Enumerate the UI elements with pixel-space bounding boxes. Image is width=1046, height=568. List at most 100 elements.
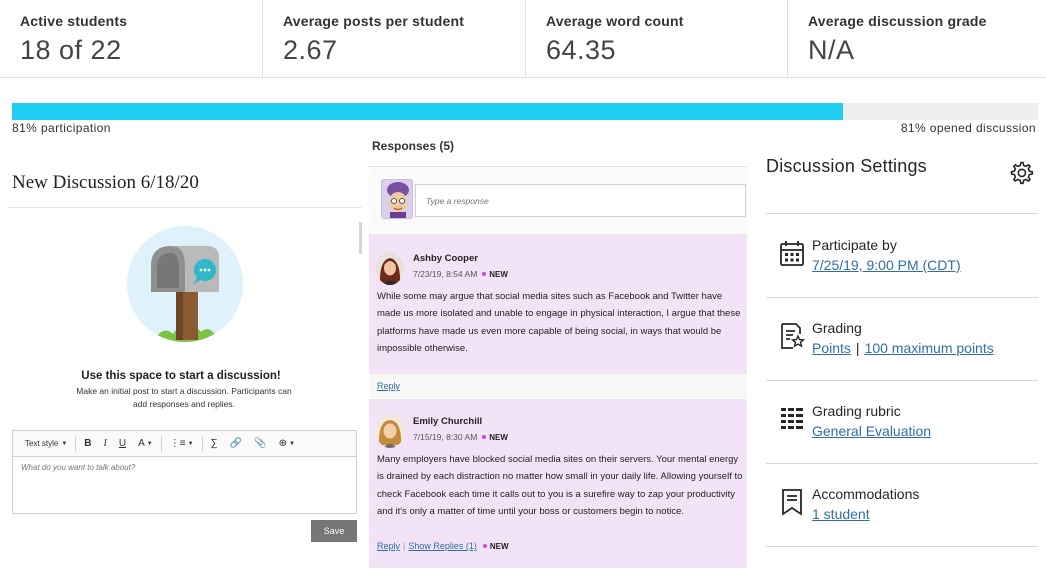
save-button[interactable]: Save [311,520,357,542]
max-points-link[interactable]: 100 maximum points [865,340,994,356]
rubric-link[interactable]: General Evaluation [812,423,931,439]
stat-label: Active students [20,13,128,29]
accommodations-icon [779,488,805,516]
editor-toolbar: Text style ▼ B I U A ▼ ⋮≡ ▼ ∑ 🔗 📎 ⊕ ▼ [12,430,357,456]
insert-icon[interactable]: ⊕ ▼ [273,435,301,453]
setting-value: Points | 100 maximum points [812,340,994,356]
setting-label: Participate by [812,237,897,253]
rubric-icon [779,405,805,433]
formula-icon[interactable]: ∑ [205,435,224,453]
post-author[interactable]: Emily Churchill [413,416,482,427]
post-actions: Reply [377,381,400,391]
discussion-title: New Discussion 6/18/20 [12,172,199,193]
discussion-editor[interactable] [12,456,357,514]
post-actions-bar: Reply [369,374,747,398]
due-date-link[interactable]: 7/25/19, 9:00 PM (CDT) [812,257,961,273]
mailbox-illustration [127,226,243,342]
setting-value: General Evaluation [812,423,931,439]
stat-label: Average word count [546,13,684,29]
divider: | [855,340,860,356]
chevron-down-icon: ▼ [61,440,68,447]
setting-value: 7/25/19, 9:00 PM (CDT) [812,257,961,273]
participation-bar-fill [12,103,844,120]
setting-label: Grading rubric [812,403,901,419]
post-timestamp: 7/15/19, 8:30 AM [413,432,478,442]
underline-icon[interactable]: U [113,435,132,453]
post-actions: Reply | Show Replies (1) NEW [377,541,509,551]
show-replies-link[interactable]: Show Replies (1) [408,541,477,551]
setting-label: Grading [812,320,862,336]
responses-panel: Responses (5) Type a response Ashby Coop… [369,133,747,568]
scrollbar[interactable] [359,222,362,254]
divider [766,546,1038,547]
stat-value: 2.67 [283,35,338,65]
setting-label: Accommodations [812,486,920,502]
setting-grading: Grading Points | 100 maximum points [779,320,1034,364]
response-composer [369,167,747,231]
gear-icon[interactable] [1008,160,1034,186]
grading-type-link[interactable]: Points [812,340,851,356]
settings-title: Discussion Settings [766,156,927,176]
settings-panel: Discussion Settings Participate by 7/25/… [766,133,1038,568]
stat-label: Average discussion grade [808,13,987,29]
setting-accommodations: Accommodations 1 student [779,486,1034,530]
link-icon[interactable]: 🔗 [224,435,248,453]
responses-header: Responses (5) [372,139,455,153]
stat-value: N/A [808,35,855,65]
list-icon[interactable]: ⋮≡ ▼ [164,435,200,453]
post-body: While some may argue that social media s… [377,291,741,355]
participation-label: 81% participation [12,121,111,135]
avatar [376,252,404,285]
response-post: Emily Churchill 7/15/19, 8:30 AM NEW Many… [369,399,747,568]
avatar [381,179,413,219]
new-badge: NEW [489,542,509,551]
divider [201,435,203,452]
stat-avg-posts: Average posts per student 2.67 [263,0,526,78]
setting-value: 1 student [812,506,870,522]
setting-participate-by: Participate by 7/25/19, 9:00 PM (CDT) [779,237,1034,281]
stat-value: 64.35 [546,35,617,65]
text-style-label: Text style [25,439,59,448]
discussion-panel: New Discussion 6/18/20 Use this space to… [0,152,362,568]
text-color-icon[interactable]: A ▼ [132,435,159,453]
stat-active-students: Active students 18 of 22 [0,0,263,78]
divider [766,463,1038,464]
accommodations-link[interactable]: 1 student [812,506,870,522]
divider [8,207,362,208]
participation-bar [12,103,1038,120]
calendar-icon [779,239,805,267]
response-input[interactable] [415,184,746,217]
grading-icon [779,322,806,350]
divider [75,435,77,452]
stat-avg-word-count: Average word count 64.35 [526,0,788,78]
avatar [376,415,404,448]
attachment-icon[interactable]: 📎 [248,435,272,453]
stat-value: 18 of 22 [20,35,122,65]
new-dot-icon [482,544,487,549]
divider [766,380,1038,381]
empty-state-subtitle: Make an initial post to start a discussi… [76,386,292,409]
post-author[interactable]: Ashby Cooper [413,253,478,264]
post-timestamp: 7/23/19, 8:54 AM [413,269,478,279]
new-dot-icon [482,272,487,277]
bold-icon[interactable]: B [78,435,97,453]
setting-grading-rubric: Grading rubric General Evaluation [779,403,1034,447]
new-dot-icon [482,435,487,440]
reply-link[interactable]: Reply [377,381,400,391]
post-meta: 7/23/19, 8:54 AM NEW [413,269,508,279]
post-body: Many employers have blocked social media… [377,454,743,518]
stats-row: Active students 18 of 22 Average posts p… [0,0,1046,78]
italic-icon[interactable]: I [98,435,113,453]
divider: | [403,541,406,551]
stat-label: Average posts per student [283,13,465,29]
new-badge: NEW [489,433,508,442]
reply-link[interactable]: Reply [377,541,400,551]
text-style-dropdown[interactable]: Text style ▼ [19,435,73,453]
new-badge: NEW [489,270,508,279]
response-post: Ashby Cooper 7/23/19, 8:54 AM NEW While s… [369,234,747,374]
divider [160,435,162,452]
divider [766,213,1038,214]
empty-state-title: Use this space to start a discussion! [81,370,281,382]
stat-avg-grade: Average discussion grade N/A [788,0,1046,78]
post-meta: 7/15/19, 8:30 AM NEW [413,432,508,442]
